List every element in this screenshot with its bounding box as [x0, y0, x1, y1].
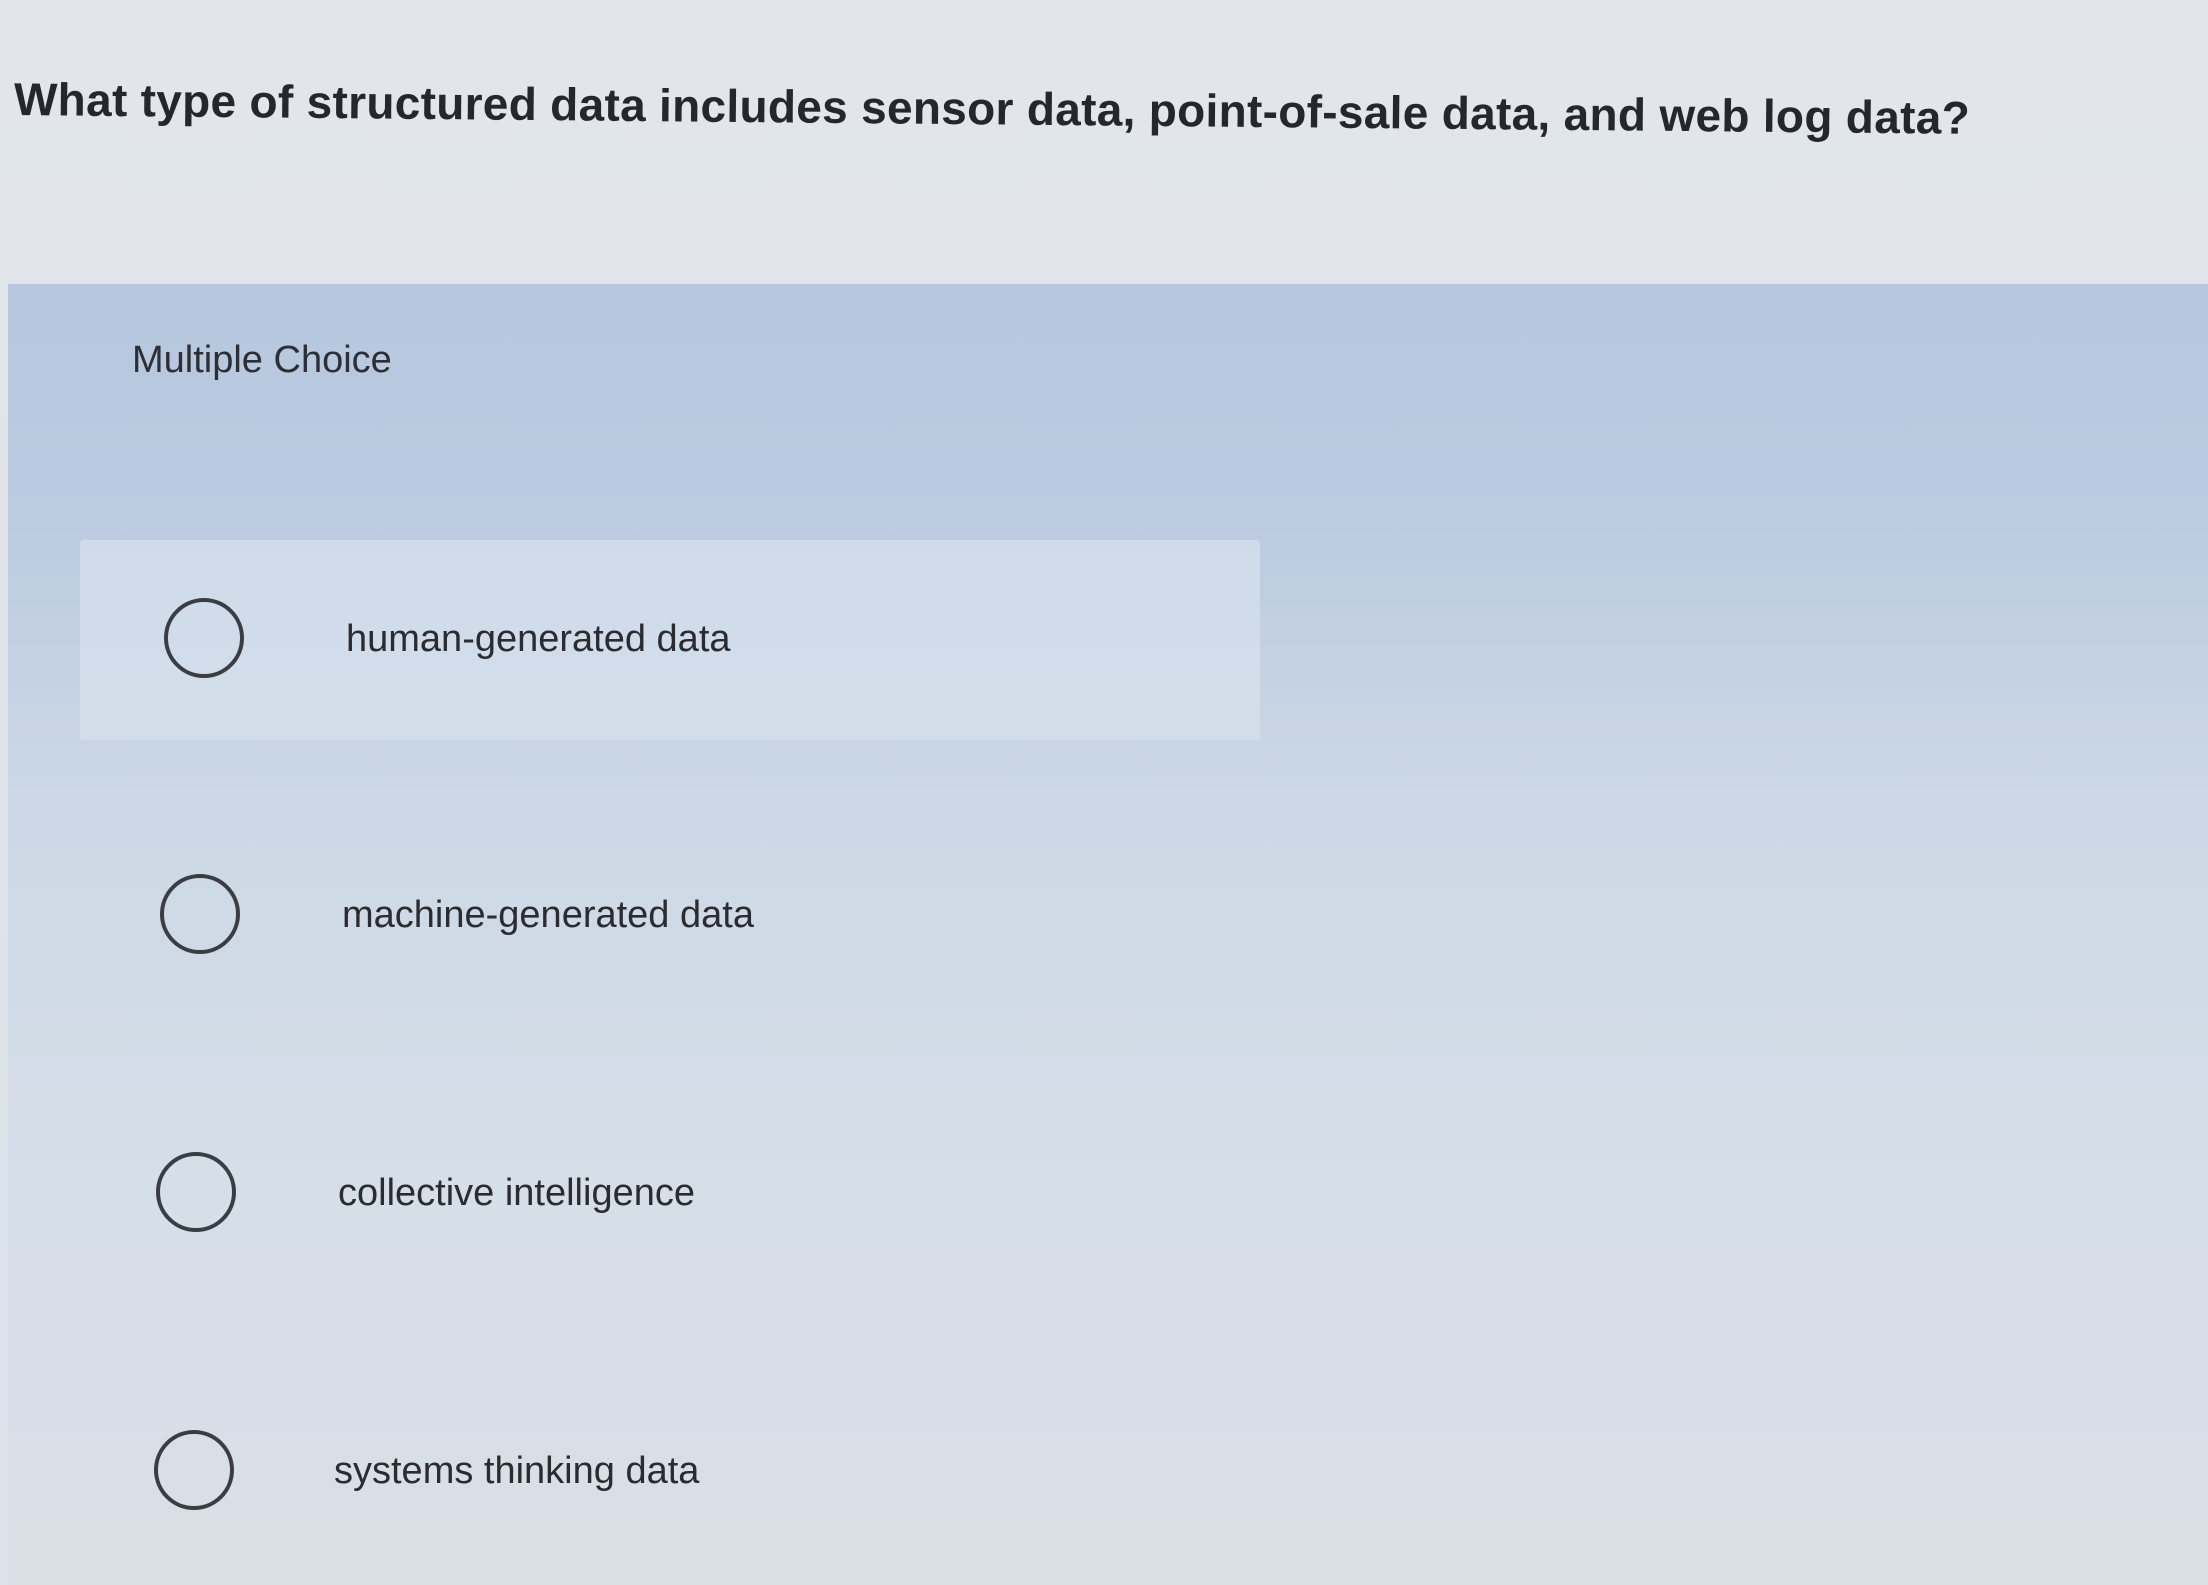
answer-option-label: human-generated data [346, 618, 731, 660]
question-text: What type of structured data includes se… [13, 73, 1971, 144]
answer-option-3[interactable]: collective intelligence [76, 1094, 1256, 1294]
answer-option-label: machine-generated data [342, 894, 754, 936]
radio-unselected-icon[interactable] [164, 598, 244, 678]
answer-option-4[interactable]: systems thinking data [74, 1372, 1254, 1572]
answer-option-label: collective intelligence [338, 1172, 695, 1214]
quiz-screen: { "question": { "text": "What type of st… [0, 0, 2208, 1585]
answer-option-2[interactable]: machine-generated data [80, 816, 1260, 1016]
radio-unselected-icon[interactable] [160, 874, 240, 954]
question-type-label: Multiple Choice [132, 339, 392, 381]
radio-unselected-icon[interactable] [156, 1152, 236, 1232]
answer-option-label: systems thinking data [334, 1450, 700, 1492]
radio-unselected-icon[interactable] [154, 1430, 234, 1510]
answer-option-1[interactable]: human-generated data [80, 540, 1260, 740]
